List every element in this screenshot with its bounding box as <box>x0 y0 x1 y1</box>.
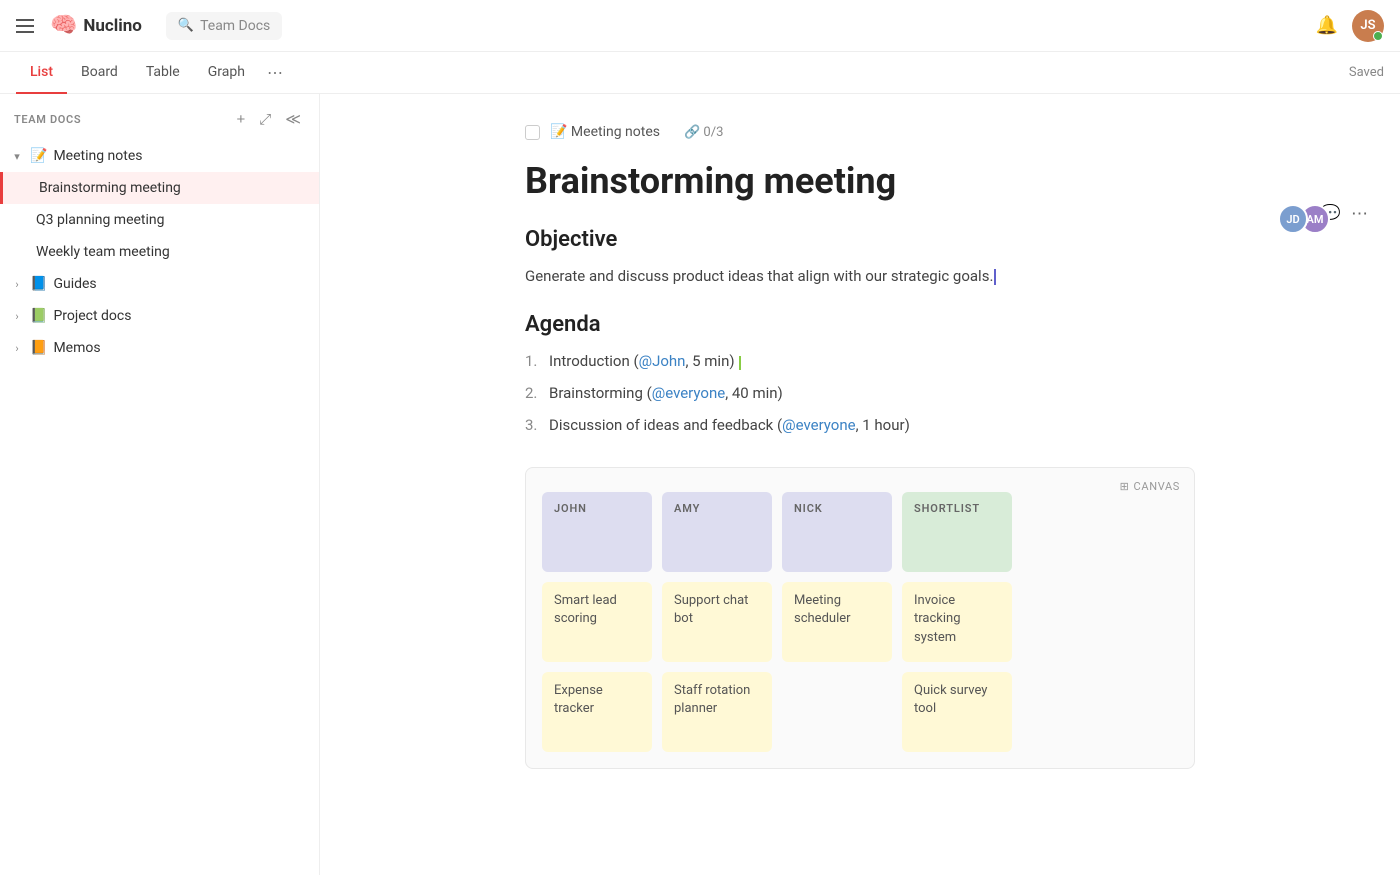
chevron-right-icon-3: › <box>10 342 24 355</box>
progress-icon: 🔗 <box>684 125 700 140</box>
content-area: 📝 Meeting notes 🔗 0/3 JD AM 💬 ⋯ Brainsto… <box>320 94 1400 875</box>
objective-text-content: Generate and discuss product ideas that … <box>525 267 993 285</box>
bell-icon[interactable]: 🔔 <box>1316 15 1338 36</box>
sidebar-item-meeting-notes-label: Meeting notes <box>53 148 285 164</box>
sidebar-item-q3planning-label: Q3 planning meeting <box>36 212 305 228</box>
chevron-right-icon: › <box>10 278 24 291</box>
tab-list[interactable]: List <box>16 52 67 94</box>
meeting-notes-icon: 📝 <box>30 148 47 164</box>
more-options-button[interactable]: ⋯ <box>1351 204 1368 224</box>
canvas-grid: JOHN AMY NICK SHORTLIST Smart lead scori… <box>542 492 1178 752</box>
canvas-col-amy: AMY <box>662 492 772 572</box>
mention-everyone-2: @everyone <box>782 416 855 434</box>
canvas-card-1-1[interactable]: Smart lead scoring <box>542 582 652 662</box>
objective-text: Generate and discuss product ideas that … <box>525 264 1195 288</box>
canvas-icon: ⊞ <box>1120 480 1130 493</box>
sidebar-item-guides-label: Guides <box>53 276 285 292</box>
sidebar-item-brainstorming[interactable]: Brainstorming meeting <box>0 172 319 204</box>
canvas-col-john: JOHN <box>542 492 652 572</box>
agenda-item-1: 1. Introduction (@John, 5 min) <box>525 349 1195 373</box>
canvas-col-shortlist: SHORTLIST <box>902 492 1012 572</box>
objective-heading: Objective <box>525 227 1195 252</box>
sidebar-item-memos-label: Memos <box>53 340 285 356</box>
memos-icon: 📙 <box>30 340 47 356</box>
sidebar-item-projectdocs-label: Project docs <box>53 308 285 324</box>
collaborator-avatars: JD AM <box>1278 204 1330 234</box>
canvas-card-2-3-empty <box>782 672 892 752</box>
sidebar-item-meeting-notes[interactable]: ▾ 📝 Meeting notes <box>0 140 319 172</box>
agenda-heading: Agenda <box>525 312 1195 337</box>
breadcrumb-icon: 📝 <box>550 124 567 140</box>
text-cursor <box>994 269 996 285</box>
sidebar-header: TEAM DOCS + ⤢ ≪ <box>0 94 319 140</box>
sidebar-item-guides[interactable]: › 📘 Guides <box>0 268 319 300</box>
search-icon: 🔍 <box>178 18 194 33</box>
saved-label: Saved <box>1349 65 1384 80</box>
main-layout: TEAM DOCS + ⤢ ≪ ▾ 📝 Meeting notes Brains… <box>0 94 1400 875</box>
progress-value: 0/3 <box>703 125 723 140</box>
collaborator-avatar-1[interactable]: JD <box>1278 204 1308 234</box>
doc-breadcrumb: 📝 Meeting notes <box>550 124 660 140</box>
tab-table[interactable]: Table <box>132 52 194 94</box>
agenda-item-2-text: Brainstorming (@everyone, 40 min) <box>549 381 783 405</box>
chevron-right-icon-2: › <box>10 310 24 323</box>
canvas-card-1-4[interactable]: Invoice tracking system <box>902 582 1012 662</box>
sidebar-item-memos[interactable]: › 📙 Memos <box>0 332 319 364</box>
collapse-button[interactable]: ≪ <box>281 108 305 130</box>
content-inner: 📝 Meeting notes 🔗 0/3 JD AM 💬 ⋯ Brainsto… <box>485 94 1235 809</box>
agenda-list: 1. Introduction (@John, 5 min) 2. Brains… <box>525 349 1195 437</box>
sidebar-item-q3planning[interactable]: Q3 planning meeting <box>0 204 319 236</box>
sidebar-actions: + ⤢ ≪ <box>233 108 305 130</box>
projectdocs-icon: 📗 <box>30 308 47 324</box>
canvas-col-nick: NICK <box>782 492 892 572</box>
doc-title: Brainstorming meeting <box>525 160 1195 203</box>
cursor-john <box>739 356 741 370</box>
add-item-button[interactable]: + <box>233 109 250 130</box>
logo-icon: 🧠 <box>50 13 77 38</box>
agenda-num-2: 2. <box>525 381 545 405</box>
search-placeholder: Team Docs <box>200 18 270 34</box>
sidebar-item-projectdocs[interactable]: › 📗 Project docs <box>0 300 319 332</box>
sidebar-item-weekly[interactable]: Weekly team meeting <box>0 236 319 268</box>
agenda-num-3: 3. <box>525 413 545 437</box>
tab-bar: List Board Table Graph ⋯ Saved <box>0 52 1400 94</box>
hamburger-menu[interactable] <box>16 19 34 33</box>
sidebar-item-weekly-label: Weekly team meeting <box>36 244 305 260</box>
canvas-label-text: CANVAS <box>1134 480 1180 493</box>
nav-right: 🔔 JS <box>1316 10 1384 42</box>
canvas-card-1-2[interactable]: Support chat bot <box>662 582 772 662</box>
doc-header: 📝 Meeting notes 🔗 0/3 <box>525 124 1195 140</box>
top-nav: 🧠 Nuclino 🔍 Team Docs 🔔 JS <box>0 0 1400 52</box>
logo: 🧠 Nuclino <box>50 13 142 38</box>
tab-board[interactable]: Board <box>67 52 132 94</box>
tab-graph[interactable]: Graph <box>194 52 259 94</box>
canvas-card-2-2[interactable]: Staff rotation planner <box>662 672 772 752</box>
guides-icon: 📘 <box>30 276 47 292</box>
canvas-label: ⊞ CANVAS <box>1120 480 1180 493</box>
tab-more-icon[interactable]: ⋯ <box>263 63 287 82</box>
sidebar-item-brainstorming-label: Brainstorming meeting <box>39 180 305 196</box>
doc-checkbox[interactable] <box>525 125 540 140</box>
mention-john: @John <box>639 352 686 370</box>
breadcrumb-label: Meeting notes <box>571 124 660 140</box>
sidebar-team-name: TEAM DOCS <box>14 113 225 126</box>
chevron-down-icon: ▾ <box>10 150 24 163</box>
expand-button[interactable]: ⤢ <box>255 109 275 130</box>
agenda-item-1-text: Introduction (@John, 5 min) <box>549 349 741 373</box>
canvas-card-1-3[interactable]: Meeting scheduler <box>782 582 892 662</box>
sidebar: TEAM DOCS + ⤢ ≪ ▾ 📝 Meeting notes Brains… <box>0 94 320 875</box>
user-avatar[interactable]: JS <box>1352 10 1384 42</box>
agenda-num-1: 1. <box>525 349 545 373</box>
agenda-item-3-text: Discussion of ideas and feedback (@every… <box>549 413 910 437</box>
logo-text: Nuclino <box>83 16 142 36</box>
search-bar[interactable]: 🔍 Team Docs <box>166 12 282 40</box>
agenda-item-3: 3. Discussion of ideas and feedback (@ev… <box>525 413 1195 437</box>
doc-progress: 🔗 0/3 <box>684 125 723 140</box>
agenda-item-2: 2. Brainstorming (@everyone, 40 min) <box>525 381 1195 405</box>
canvas-card-2-4[interactable]: Quick survey tool <box>902 672 1012 752</box>
canvas-container: ⊞ CANVAS JOHN AMY NICK SHORTLIST <box>525 467 1195 769</box>
canvas-card-2-1[interactable]: Expense tracker <box>542 672 652 752</box>
mention-everyone-1: @everyone <box>652 384 725 402</box>
